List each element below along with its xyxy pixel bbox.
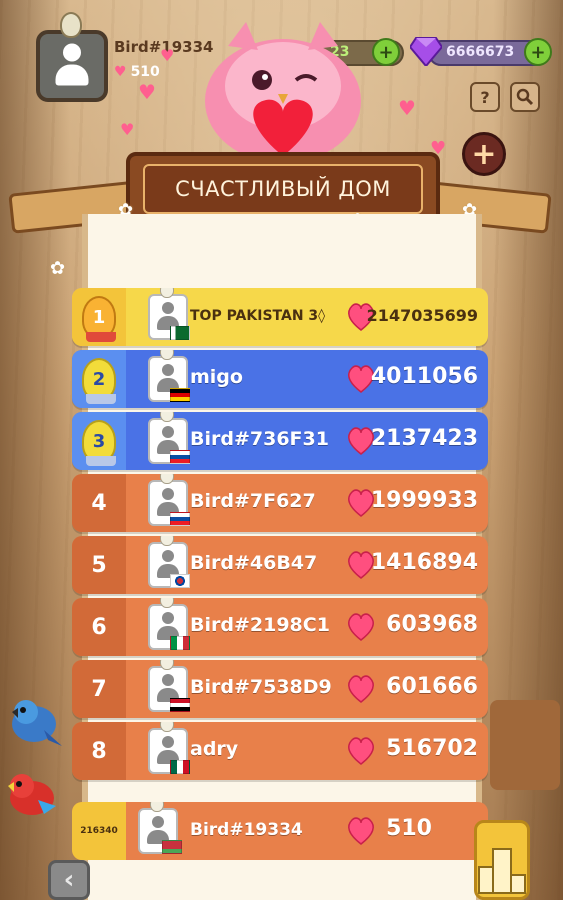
germany-flag-icon (170, 388, 190, 402)
add-gems-button[interactable]: + (524, 38, 552, 66)
leaderboard-row[interactable]: 6 Bird#2198C1 603968 (72, 598, 488, 656)
rank-cell: 6 (72, 598, 126, 656)
player-name: Bird#46B47 (190, 552, 318, 574)
leaderboard-row[interactable]: 5 Bird#46B47 1416894 (72, 536, 488, 594)
player-score: 1999933 (370, 488, 478, 513)
leaderboard-row[interactable]: 1 TOP PAKISTAN 3◊ 2147035699 (72, 288, 488, 346)
gem-value: 6666673 (446, 44, 515, 60)
wooden-stool (490, 700, 560, 790)
rank-cell: 5 (72, 536, 126, 594)
egg-icon (60, 12, 82, 38)
back-button[interactable]: ‹ (48, 860, 90, 900)
leaderboard-row[interactable]: 8 adry 516702 (72, 722, 488, 780)
rank-number: 7 (91, 676, 107, 702)
rank-cell: 8 (72, 722, 126, 780)
player-score: 2137423 (370, 426, 478, 451)
profile-avatar[interactable] (36, 30, 108, 102)
slovakia-flag-icon (170, 450, 190, 464)
heart-icon (348, 817, 374, 845)
mexico-flag-icon (170, 760, 190, 774)
pink-bird-mascot (205, 22, 361, 163)
slovakia-flag-icon (170, 512, 190, 526)
heart-icon (348, 737, 374, 765)
gold-medal-icon: 1 (82, 296, 116, 342)
player-score: 603968 (386, 612, 478, 637)
floating-heart-icon: ♥ (160, 46, 175, 65)
rank-cell: 3 (72, 412, 126, 470)
player-name: migo (190, 366, 243, 388)
blue-parrot-icon (12, 700, 62, 746)
rank-number: 5 (91, 552, 107, 578)
player-score: 516702 (386, 736, 478, 761)
silver-medal-icon: 2 (82, 358, 116, 404)
player-score: 601666 (386, 674, 478, 699)
player-score: 510 (386, 816, 432, 841)
gem-icon (410, 37, 442, 66)
rank-cell: 2 (72, 350, 126, 408)
heart-icon (348, 613, 374, 641)
rank-number: 1 (92, 306, 106, 328)
player-score: 2147035699 (366, 306, 478, 325)
title-banner-inner: СЧАСТЛИВЫЙ ДОМ (143, 164, 423, 214)
player-name: Bird#7F627 (190, 490, 316, 512)
rank-cell: 4 (72, 474, 126, 532)
rank-number: 8 (91, 738, 107, 764)
player-name: Bird#7538D9 (190, 676, 332, 698)
pakistan-flag-icon (170, 326, 190, 340)
player-score: 4011056 (370, 364, 478, 389)
podium-button[interactable] (474, 820, 530, 900)
bronze-medal-icon: 3 (82, 420, 116, 466)
floating-heart-icon: ♥ (138, 80, 156, 104)
player-score: 1416894 (370, 550, 478, 575)
player-name: adry (190, 738, 239, 760)
leaderboard-row[interactable]: 2 migo 4011056 (72, 350, 488, 408)
rank-cell: 7 (72, 660, 126, 718)
leaderboard-row[interactable]: 3 Bird#736F31 2137423 (72, 412, 488, 470)
search-button[interactable] (510, 82, 540, 112)
banner-title: СЧАСТЛИВЫЙ ДОМ (175, 177, 391, 201)
help-button[interactable]: ? (470, 82, 500, 112)
rank-number: 4 (91, 490, 107, 516)
rank-number: 3 (92, 430, 106, 452)
flower-icon: ✿ (50, 258, 66, 279)
leaderboard-row[interactable]: 4 Bird#7F627 1999933 (72, 474, 488, 532)
rank-cell: 216340 (72, 802, 126, 860)
magnifier-icon (516, 88, 534, 106)
rank-cell: 1 (72, 288, 126, 346)
red-parrot-icon (8, 774, 56, 815)
italy-flag-icon (170, 636, 190, 650)
floating-heart-icon: ♥ (120, 120, 135, 139)
leaderboard-row[interactable]: 7 Bird#7538D9 601666 (72, 660, 488, 718)
avatar-silhouette-icon (51, 41, 93, 92)
background-shadow-left (0, 0, 70, 900)
player-name: Bird#2198C1 (190, 614, 330, 636)
rank-number: 216340 (80, 826, 118, 836)
floating-heart-icon: ♥ (398, 96, 416, 120)
south-korea-flag-icon (170, 574, 190, 588)
rank-number: 2 (92, 368, 106, 390)
heart-icon: ♥ (114, 64, 127, 80)
close-button[interactable]: + (462, 132, 506, 176)
podium-icon (478, 848, 526, 894)
egypt-flag-icon (170, 698, 190, 712)
profile-hearts-value: 510 (130, 64, 160, 80)
current-player-row[interactable]: 216340 Bird#19334 510 (72, 802, 488, 860)
belarus-flag-icon (162, 840, 182, 854)
player-name: TOP PAKISTAN 3◊ (190, 308, 326, 324)
player-name: Bird#736F31 (190, 428, 329, 450)
player-name: Bird#19334 (190, 820, 303, 840)
heart-icon (348, 675, 374, 703)
rank-number: 6 (91, 614, 107, 640)
profile-hearts: ♥ 510 (114, 64, 160, 80)
